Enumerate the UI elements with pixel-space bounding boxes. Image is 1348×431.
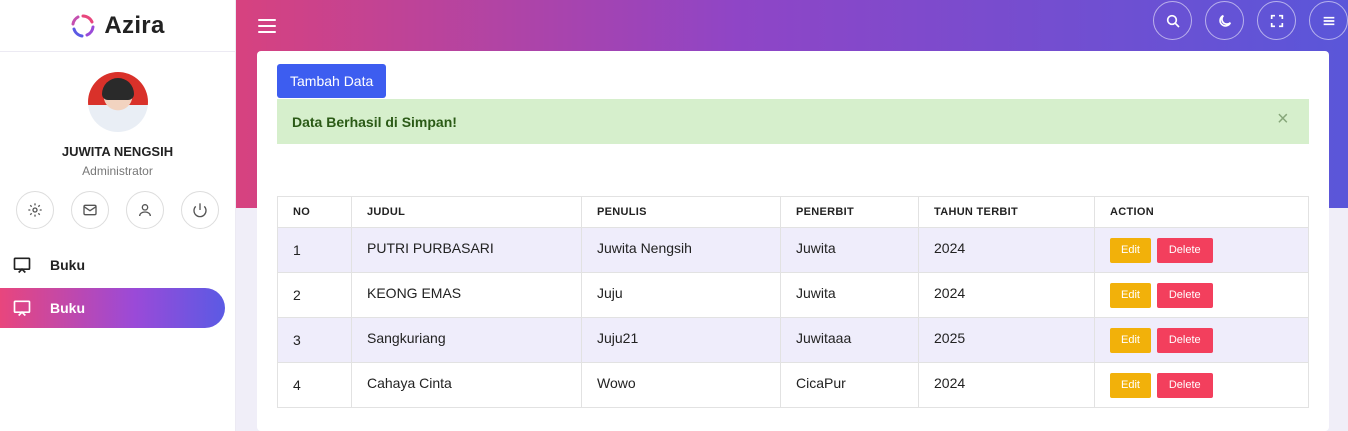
edit-button[interactable]: Edit: [1110, 283, 1151, 308]
books-table: NO JUDUL PENULIS PENERBIT TAHUN TERBIT A…: [277, 196, 1309, 408]
cell-action: Edit Delete: [1094, 272, 1309, 318]
menu-button[interactable]: [1309, 1, 1348, 40]
column-header: JUDUL: [351, 196, 582, 228]
cell-judul: KEONG EMAS: [351, 272, 582, 318]
column-header: PENERBIT: [780, 196, 919, 228]
delete-button[interactable]: Delete: [1156, 238, 1213, 263]
cell-action: Edit Delete: [1094, 227, 1309, 273]
monitor-icon: [13, 300, 31, 317]
user-profile: JUWITA NENGSIH Administrator: [0, 52, 235, 229]
logout-button[interactable]: [181, 191, 219, 229]
cell-tahun: 2024: [918, 362, 1095, 408]
column-header: TAHUN TERBIT: [918, 196, 1095, 228]
cell-penulis: Juju: [581, 272, 781, 318]
cell-penulis: Wowo: [581, 362, 781, 408]
cell-action: Edit Delete: [1094, 317, 1309, 363]
profile-name: JUWITA NENGSIH: [61, 144, 174, 159]
sidebar: Azira JUWITA NENGSIH Administrator Buku: [0, 0, 236, 431]
cell-penulis: Juju21: [581, 317, 781, 363]
cell-no: 3: [277, 317, 352, 363]
profile-actions: [0, 191, 235, 229]
content-card: Tambah Data Data Berhasil di Simpan! × N…: [257, 51, 1329, 431]
close-icon[interactable]: ×: [1277, 109, 1293, 129]
column-header: PENULIS: [581, 196, 781, 228]
settings-icon: [28, 203, 42, 217]
monitor-icon: [13, 257, 31, 274]
table-row: 4 Cahaya Cinta Wowo CicaPur 2024 Edit De…: [277, 362, 1309, 408]
cell-penerbit: Juwita: [780, 272, 919, 318]
sidebar-item-buku-active[interactable]: Buku: [0, 288, 225, 328]
edit-button[interactable]: Edit: [1110, 238, 1151, 263]
brand[interactable]: Azira: [0, 0, 235, 52]
topbar-actions: [1153, 0, 1348, 40]
cell-judul: Cahaya Cinta: [351, 362, 582, 408]
search-button[interactable]: [1153, 1, 1192, 40]
column-header: ACTION: [1094, 196, 1309, 228]
success-alert: Data Berhasil di Simpan! ×: [277, 99, 1309, 144]
avatar[interactable]: [87, 72, 148, 132]
table-row: 2 KEONG EMAS Juju Juwita 2024 Edit Delet…: [277, 272, 1309, 318]
sidebar-toggle-icon[interactable]: [258, 19, 276, 33]
table-row: 1 PUTRI PURBASARI Juwita Nengsih Juwita …: [277, 227, 1309, 273]
cell-action: Edit Delete: [1094, 362, 1309, 408]
cell-no: 2: [277, 272, 352, 318]
edit-button[interactable]: Edit: [1110, 373, 1151, 398]
settings-button[interactable]: [16, 191, 54, 229]
sidebar-item-label: Buku: [50, 300, 85, 316]
mail-button[interactable]: [71, 191, 109, 229]
cell-penerbit: Juwita: [780, 227, 919, 273]
cell-judul: Sangkuriang: [351, 317, 582, 363]
cell-penerbit: CicaPur: [780, 362, 919, 408]
moon-icon: [1218, 14, 1231, 27]
cell-tahun: 2024: [918, 272, 1095, 318]
brand-logo-icon: [71, 14, 95, 37]
add-data-button[interactable]: Tambah Data: [277, 64, 387, 98]
fullscreen-icon: [1270, 14, 1283, 27]
cell-penerbit: Juwitaaa: [780, 317, 919, 363]
topbar: [236, 0, 1348, 52]
cell-tahun: 2025: [918, 317, 1095, 363]
delete-button[interactable]: Delete: [1156, 373, 1213, 398]
cell-tahun: 2024: [918, 227, 1095, 273]
profile-role: Administrator: [82, 164, 153, 178]
mail-icon: [83, 204, 97, 216]
cell-no: 4: [277, 362, 352, 408]
brand-name: Azira: [104, 11, 165, 39]
sidebar-item-label: Buku: [50, 257, 85, 273]
menu-icon: [1323, 16, 1334, 25]
table-row: 3 Sangkuriang Juju21 Juwitaaa 2025 Edit …: [277, 317, 1309, 363]
profile-button[interactable]: [126, 191, 164, 229]
user-icon: [139, 204, 151, 217]
column-header: NO: [277, 196, 352, 228]
delete-button[interactable]: Delete: [1156, 283, 1213, 308]
sidebar-nav: Buku Buku: [0, 245, 235, 328]
delete-button[interactable]: Delete: [1156, 328, 1213, 353]
search-icon: [1166, 14, 1180, 28]
cell-penulis: Juwita Nengsih: [581, 227, 781, 273]
power-icon: [193, 203, 207, 218]
dark-mode-button[interactable]: [1205, 1, 1244, 40]
table-header-row: NO JUDUL PENULIS PENERBIT TAHUN TERBIT A…: [277, 196, 1309, 228]
cell-judul: PUTRI PURBASARI: [351, 227, 582, 273]
fullscreen-button[interactable]: [1257, 1, 1296, 40]
sidebar-item-buku[interactable]: Buku: [0, 245, 235, 285]
cell-no: 1: [277, 227, 352, 273]
alert-message: Data Berhasil di Simpan!: [292, 113, 457, 130]
edit-button[interactable]: Edit: [1110, 328, 1151, 353]
